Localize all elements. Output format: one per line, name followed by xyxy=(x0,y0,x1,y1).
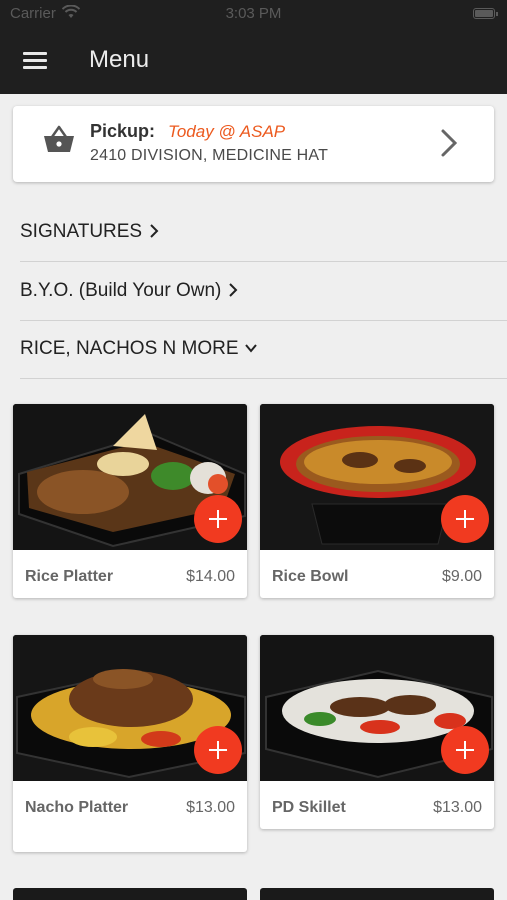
hamburger-icon[interactable] xyxy=(23,50,47,70)
chevron-right-icon xyxy=(229,283,238,297)
item-name: Nacho Platter xyxy=(25,799,129,816)
chevron-down-icon xyxy=(244,344,257,353)
item-price: $14.00 xyxy=(186,568,235,585)
pickup-address: 2410 DIVISION, MEDICINE HAT xyxy=(90,147,329,164)
battery-icon xyxy=(473,8,498,19)
category-label: SIGNATURES xyxy=(20,221,160,243)
pickup-label: Pickup: xyxy=(90,121,156,141)
status-time: 3:03 PM xyxy=(225,5,282,22)
page-title: Menu xyxy=(89,46,150,73)
category-signatures[interactable]: SIGNATURES xyxy=(20,204,507,262)
category-label: B.Y.O. (Build Your Own) xyxy=(20,280,239,302)
add-to-cart-button[interactable] xyxy=(441,495,489,543)
category-byo[interactable]: B.Y.O. (Build Your Own) xyxy=(20,263,507,321)
category-rice-nachos[interactable]: RICE, NACHOS N MORE xyxy=(20,321,507,379)
chevron-right-icon xyxy=(441,129,458,157)
item-name: Rice Bowl xyxy=(272,568,349,585)
menu-item-card[interactable]: Rice Platter $14.00 xyxy=(13,404,247,598)
item-price: $13.00 xyxy=(433,799,482,816)
pickup-time: Today @ ASAP xyxy=(168,122,286,141)
menu-item-card[interactable]: Nacho Platter $13.00 xyxy=(13,635,247,852)
add-to-cart-button[interactable] xyxy=(441,726,489,774)
add-to-cart-button[interactable] xyxy=(194,726,242,774)
menu-item-card[interactable]: PD Skillet $13.00 xyxy=(260,635,494,829)
menu-item-card-partial[interactable] xyxy=(13,888,247,900)
status-bar: Carrier 3:03 PM xyxy=(0,0,507,28)
chevron-right-icon xyxy=(150,224,159,238)
item-price: $13.00 xyxy=(186,799,235,816)
category-label: RICE, NACHOS N MORE xyxy=(20,338,257,360)
menu-item-card[interactable]: Rice Bowl $9.00 xyxy=(260,404,494,598)
item-price: $9.00 xyxy=(441,568,482,585)
item-name: PD Skillet xyxy=(272,799,346,816)
basket-icon xyxy=(44,125,74,152)
item-name: Rice Platter xyxy=(25,568,114,585)
pickup-selector[interactable]: Pickup: Today @ ASAP 2410 DIVISION, MEDI… xyxy=(13,106,494,182)
add-to-cart-button[interactable] xyxy=(194,495,242,543)
menu-item-card-partial[interactable] xyxy=(260,888,494,900)
app-header: Carrier 3:03 PM Menu xyxy=(0,0,507,94)
